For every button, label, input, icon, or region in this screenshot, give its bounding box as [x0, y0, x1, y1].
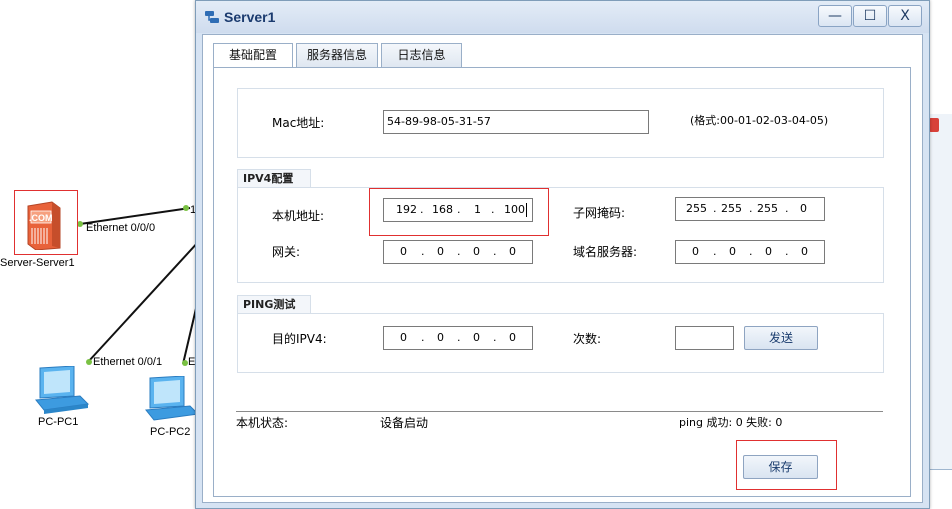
tab-server-info[interactable]: 服务器信息 — [296, 43, 378, 67]
ip-octet: 0 — [473, 245, 480, 258]
send-button[interactable]: 发送 — [744, 326, 818, 350]
dns-server-label: 域名服务器: — [573, 245, 638, 259]
basic-config-panel: Mac地址: 54-89-98-05-31-57 (格式:00-01-02-03… — [213, 67, 911, 497]
ipv4-legend: IPV4配置 — [237, 169, 311, 187]
server1-dialog: Server1 — ☐ X 基础配置 服务器信息 日志信息 Mac地址: 54-… — [195, 0, 930, 509]
subnet-mask-label: 子网掩码: — [573, 206, 626, 220]
pc1-icon[interactable] — [34, 365, 90, 414]
ip-dot: . — [457, 245, 461, 258]
save-button[interactable]: 保存 — [743, 455, 818, 479]
ip-dot: . — [421, 245, 425, 258]
ip-octet: 0 — [509, 245, 516, 258]
ip-dot: . — [491, 203, 495, 216]
local-ip-input[interactable]: 192 . 168 . 1 . 100 — [383, 198, 533, 222]
ip-octet: 255 — [721, 202, 742, 215]
subnet-mask-input[interactable]: 255 . 255 . 255 . 0 — [675, 197, 825, 221]
pc2-name-label: PC-PC2 — [150, 426, 191, 438]
port-dot-switch — [183, 205, 189, 211]
ping-legend: PING测试 — [237, 295, 311, 313]
minimize-button[interactable]: — — [818, 5, 852, 27]
window-title: Server1 — [224, 9, 276, 25]
ping-count-label: 次数: — [573, 332, 602, 346]
gateway-label: 网关: — [272, 245, 301, 259]
dns-server-input[interactable]: 0 . 0 . 0 . 0 — [675, 240, 825, 264]
server-badge: .COM — [29, 213, 53, 223]
status-separator — [236, 411, 883, 412]
status-label: 本机状态: — [236, 416, 289, 430]
tab-basic-config[interactable]: 基础配置 — [213, 43, 293, 68]
pc2-icon[interactable] — [144, 375, 200, 421]
ip-octet: 0 — [400, 331, 407, 344]
ip-octet: 0 — [437, 331, 444, 344]
link-pc1-switch — [87, 239, 201, 363]
mac-format-hint: (格式:00-01-02-03-04-05) — [690, 114, 829, 127]
ip-dot: . — [749, 202, 753, 215]
ping-dest-label: 目的IPV4: — [272, 332, 327, 346]
ip-octet: 0 — [509, 331, 516, 344]
background-window-edge — [928, 114, 952, 470]
close-button[interactable]: X — [888, 5, 922, 27]
ip-octet: 1 — [474, 203, 481, 216]
gateway-input[interactable]: 0 . 0 . 0 . 0 — [383, 240, 533, 264]
mac-address-input[interactable]: 54-89-98-05-31-57 — [383, 110, 649, 134]
ip-octet: 0 — [473, 331, 480, 344]
local-ip-label: 本机地址: — [272, 209, 325, 223]
close-icon: X — [900, 8, 910, 24]
ip-dot: . — [493, 331, 497, 344]
ip-octet: 0 — [692, 245, 699, 258]
pc1-name-label: PC-PC1 — [38, 416, 79, 428]
ip-dot: . — [749, 245, 753, 258]
title-bar[interactable]: Server1 — ☐ X — [196, 1, 929, 33]
ip-dot: . — [785, 202, 789, 215]
ip-octet: 0 — [400, 245, 407, 258]
ip-octet: 100 — [504, 203, 525, 216]
ip-dot: . — [457, 331, 461, 344]
ip-octet: 0 — [801, 245, 808, 258]
maximize-button[interactable]: ☐ — [853, 5, 887, 27]
mac-label: Mac地址: — [272, 116, 325, 130]
port-dot-pc1 — [86, 359, 92, 365]
ip-octet: 255 — [686, 202, 707, 215]
tab-log-info[interactable]: 日志信息 — [381, 43, 462, 67]
link-label-pc1: Ethernet 0/0/1 — [93, 356, 163, 368]
ip-octet: 0 — [437, 245, 444, 258]
ip-dot: . — [713, 245, 717, 258]
link-label-server: Ethernet 0/0/0 — [86, 222, 156, 234]
ip-octet: 0 — [800, 202, 807, 215]
maximize-icon: ☐ — [863, 8, 877, 24]
ip-octet: 0 — [765, 245, 772, 258]
ip-octet: 168 — [432, 203, 453, 216]
ip-octet: 0 — [729, 245, 736, 258]
ip-dot: . — [493, 245, 497, 258]
ip-dot: . — [457, 203, 461, 216]
ping-count-input[interactable] — [675, 326, 734, 350]
ip-dot: . — [421, 331, 425, 344]
background-window-close-icon — [929, 118, 939, 132]
dialog-client-area: 基础配置 服务器信息 日志信息 Mac地址: 54-89-98-05-31-57… — [202, 34, 923, 503]
server-name-label: Server-Server1 — [0, 257, 75, 269]
status-value: 设备启动 — [380, 416, 429, 430]
ip-dot: . — [713, 202, 717, 215]
ip-octet: 255 — [757, 202, 778, 215]
ip-dot: . — [420, 203, 424, 216]
ping-dest-input[interactable]: 0 . 0 . 0 . 0 — [383, 326, 533, 350]
minimize-icon: — — [828, 8, 842, 24]
ip-dot: . — [785, 245, 789, 258]
ping-result-text: ping 成功: 0 失败: 0 — [679, 416, 783, 429]
ip-octet: 192 — [396, 203, 417, 216]
app-icon — [205, 11, 219, 23]
text-caret — [526, 203, 527, 217]
server-icon[interactable]: .COM — [24, 200, 64, 251]
